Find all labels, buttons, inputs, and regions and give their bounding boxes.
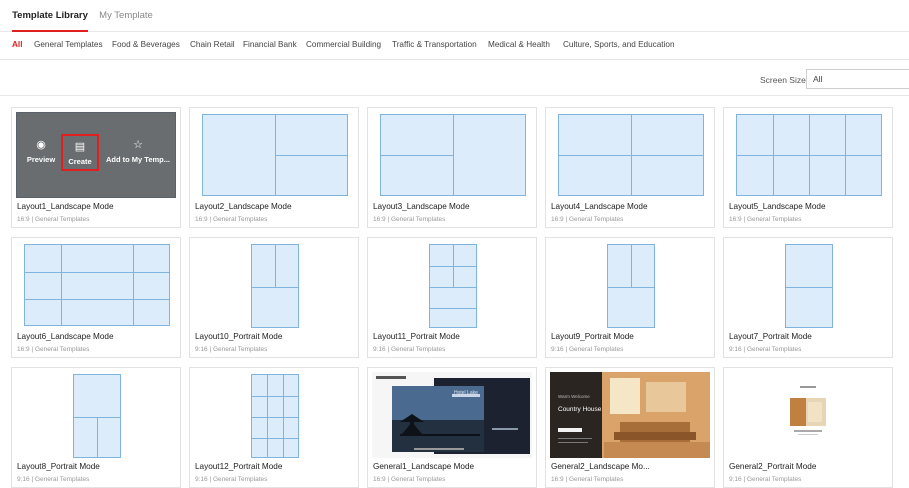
template-card-layout8[interactable]: Layout8_Portrait Mode 9:16 | General Tem…: [11, 367, 181, 488]
template-meta: 9:16 | General Templates: [729, 346, 802, 353]
template-title: Layout8_Portrait Mode: [17, 462, 100, 471]
template-thumbnail: [372, 112, 532, 198]
category-traffic-transportation[interactable]: Traffic & Transportation: [392, 40, 477, 49]
template-title: General1_Landscape Mode: [373, 462, 475, 471]
template-title: Layout7_Portrait Mode: [729, 332, 812, 341]
template-thumbnail: [728, 112, 888, 198]
template-card-layout7[interactable]: Layout7_Portrait Mode 9:16 | General Tem…: [723, 237, 893, 358]
template-meta: 9:16 | General Templates: [17, 476, 90, 483]
template-title: Layout1_Landscape Mode: [17, 202, 114, 211]
template-card-layout11[interactable]: Layout11_Portrait Mode 9:16 | General Te…: [367, 237, 537, 358]
general2-portrait-preview-image: [784, 372, 832, 458]
hotel-lake-text: Hotel Lake: [454, 390, 478, 396]
template-meta: 9:16 | General Templates: [729, 476, 802, 483]
template-card-layout12[interactable]: Layout12_Portrait Mode 9:16 | General Te…: [189, 367, 359, 488]
tab-my-template[interactable]: My Template: [94, 0, 158, 32]
country-house-preview-image: [550, 372, 710, 458]
template-card-layout10[interactable]: Layout10_Portrait Mode 9:16 | General Te…: [189, 237, 359, 358]
template-title: Layout5_Landscape Mode: [729, 202, 826, 211]
country-house-text: Country House: [558, 406, 602, 413]
filter-row: Screen Size All: [0, 60, 909, 96]
country-house-kicker: Warm Welcome: [558, 394, 590, 399]
hotel-lake-preview-image: [372, 372, 532, 458]
template-title: Layout10_Portrait Mode: [195, 332, 283, 341]
template-card-layout1[interactable]: ◉ Preview ▤ Create ☆ Add to My Temp... L…: [11, 107, 181, 228]
template-card-layout9[interactable]: Layout9_Portrait Mode 9:16 | General Tem…: [545, 237, 715, 358]
category-medical-health[interactable]: Medical & Health: [488, 40, 550, 49]
eye-icon: ◉: [36, 139, 46, 151]
template-title: Layout9_Portrait Mode: [551, 332, 634, 341]
category-filter-bar: All General Templates Food & Beverages C…: [0, 32, 909, 60]
category-financial-bank[interactable]: Financial Bank: [243, 40, 297, 49]
template-card-general1-landscape[interactable]: Hotel Lake General1_Landscape Mode 16:9 …: [367, 367, 537, 488]
star-icon: ☆: [133, 139, 143, 151]
category-all[interactable]: All: [12, 40, 22, 49]
template-thumbnail: [728, 372, 888, 458]
template-meta: 16:9 | General Templates: [17, 346, 90, 353]
preview-button[interactable]: ◉ Preview: [22, 138, 60, 164]
template-title: Layout11_Portrait Mode: [373, 332, 460, 341]
template-thumbnail: [194, 372, 354, 458]
tab-template-library[interactable]: Template Library: [12, 0, 88, 32]
template-card-layout5[interactable]: Layout5_Landscape Mode 16:9 | General Te…: [723, 107, 893, 228]
template-thumbnail: ◉ Preview ▤ Create ☆ Add to My Temp...: [16, 112, 176, 198]
template-meta: 16:9 | General Templates: [373, 476, 446, 483]
template-thumbnail: Hotel Lake: [372, 372, 532, 458]
category-commercial-building[interactable]: Commercial Building: [306, 40, 381, 49]
template-card-layout4[interactable]: Layout4_Landscape Mode 16:9 | General Te…: [545, 107, 715, 228]
template-card-general2-landscape[interactable]: Warm Welcome Country House General2_Land…: [545, 367, 715, 488]
template-thumbnail: [550, 242, 710, 328]
create-button[interactable]: ▤ Create: [61, 134, 99, 171]
tab-bar: Template Library My Template: [0, 0, 909, 32]
template-thumbnail: [372, 242, 532, 328]
template-card-layout2[interactable]: Layout2_Landscape Mode 16:9 | General Te…: [189, 107, 359, 228]
template-thumbnail: [194, 112, 354, 198]
template-meta: 9:16 | General Templates: [373, 346, 446, 353]
screen-size-select[interactable]: All: [806, 69, 909, 89]
template-title: Layout12_Portrait Mode: [195, 462, 283, 471]
template-title: General2_Portrait Mode: [729, 462, 817, 471]
template-thumbnail: [194, 242, 354, 328]
template-meta: 16:9 | General Templates: [729, 216, 802, 223]
template-thumbnail: [16, 242, 176, 328]
template-thumbnail: [550, 112, 710, 198]
category-chain-retail[interactable]: Chain Retail: [190, 40, 235, 49]
template-thumbnail: Warm Welcome Country House: [550, 372, 710, 458]
template-title: Layout3_Landscape Mode: [373, 202, 470, 211]
template-meta: 16:9 | General Templates: [17, 216, 90, 223]
create-icon: ▤: [74, 141, 86, 153]
template-card-general2-portrait[interactable]: General2_Portrait Mode 9:16 | General Te…: [723, 367, 893, 488]
category-general-templates[interactable]: General Templates: [34, 40, 103, 49]
template-meta: 16:9 | General Templates: [551, 216, 624, 223]
template-card-layout6[interactable]: Layout6_Landscape Mode 16:9 | General Te…: [11, 237, 181, 358]
screen-size-label: Screen Size: [760, 75, 806, 85]
template-title: Layout4_Landscape Mode: [551, 202, 648, 211]
template-meta: 9:16 | General Templates: [195, 476, 268, 483]
template-thumbnail: [16, 372, 176, 458]
template-thumbnail: [728, 242, 888, 328]
template-meta: 16:9 | General Templates: [373, 216, 446, 223]
template-title: General2_Landscape Mo...: [551, 462, 650, 471]
template-meta: 9:16 | General Templates: [195, 346, 268, 353]
template-title: Layout6_Landscape Mode: [17, 332, 114, 341]
hover-action-overlay: ◉ Preview ▤ Create ☆ Add to My Temp...: [16, 112, 176, 198]
template-meta: 16:9 | General Templates: [551, 476, 624, 483]
category-culture-sports-education[interactable]: Culture, Sports, and Education: [563, 40, 675, 49]
template-meta: 16:9 | General Templates: [195, 216, 268, 223]
template-card-layout3[interactable]: Layout3_Landscape Mode 16:9 | General Te…: [367, 107, 537, 228]
template-meta: 9:16 | General Templates: [551, 346, 624, 353]
add-to-my-template-button[interactable]: ☆ Add to My Temp...: [101, 138, 175, 164]
category-food-beverages[interactable]: Food & Beverages: [112, 40, 180, 49]
template-title: Layout2_Landscape Mode: [195, 202, 292, 211]
